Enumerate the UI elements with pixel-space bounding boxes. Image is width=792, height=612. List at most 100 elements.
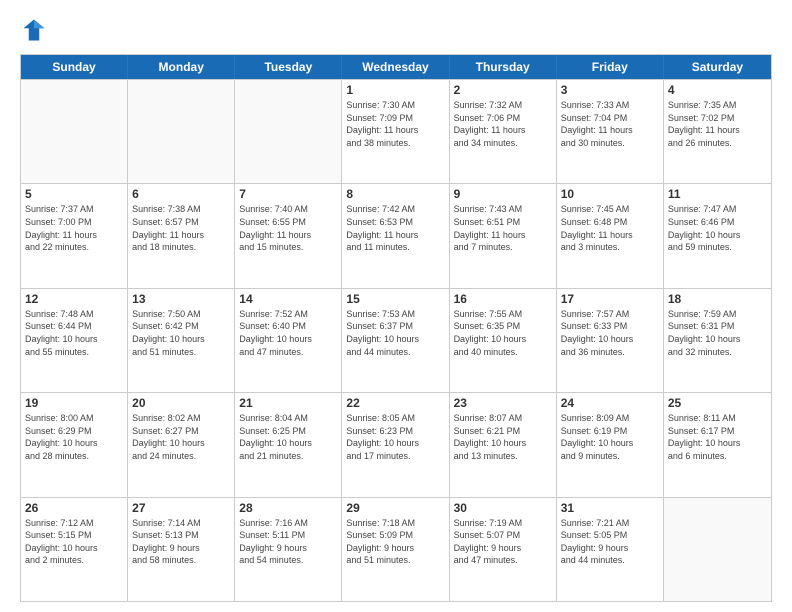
weekday-header-sunday: Sunday [21,55,128,79]
day-info: Sunrise: 7:30 AM Sunset: 7:09 PM Dayligh… [346,99,444,149]
weekday-header-monday: Monday [128,55,235,79]
day-number: 29 [346,501,444,515]
day-cell-16: 16Sunrise: 7:55 AM Sunset: 6:35 PM Dayli… [450,289,557,392]
weekday-header-thursday: Thursday [450,55,557,79]
day-cell-28: 28 Sunrise: 7:16 AM Sunset: 5:11 PM Dayli… [235,498,342,601]
day-number: 12 [25,292,123,306]
day-number: 9 [454,187,552,201]
day-cell-8: 8 Sunrise: 7:42 AM Sunset: 6:53 PM Daylig… [342,184,449,287]
day-number: 14 [239,292,337,306]
day-info: Sunrise: 7:21 AM Sunset: 5:05 PM Dayligh… [561,517,659,567]
day-info: Sunrise: 7:45 AM Sunset: 6:48 PM Dayligh… [561,203,659,253]
logo [20,16,52,44]
day-number: 27 [132,501,230,515]
day-cell-1: 1 Sunrise: 7:30 AM Sunset: 7:09 PM Daylig… [342,80,449,183]
day-number: 11 [668,187,767,201]
day-info: Sunrise: 7:42 AM Sunset: 6:53 PM Dayligh… [346,203,444,253]
day-info: Sunrise: 7:53 AM Sunset: 6:37 PM Dayligh… [346,308,444,358]
day-cell-22: 22 Sunrise: 8:05 AM Sunset: 6:23 PM Dayli… [342,393,449,496]
day-info: Sunrise: 7:37 AM Sunset: 7:00 PM Dayligh… [25,203,123,253]
header [20,16,772,44]
day-info: Sunrise: 8:05 AM Sunset: 6:23 PM Dayligh… [346,412,444,462]
day-info: Sunrise: 7:47 AM Sunset: 6:46 PM Dayligh… [668,203,767,253]
day-number: 30 [454,501,552,515]
calendar-body: 1 Sunrise: 7:30 AM Sunset: 7:09 PM Daylig… [21,79,771,601]
day-info: Sunrise: 7:43 AM Sunset: 6:51 PM Dayligh… [454,203,552,253]
day-cell-31: 31 Sunrise: 7:21 AM Sunset: 5:05 PM Dayli… [557,498,664,601]
day-number: 7 [239,187,337,201]
weekday-header-tuesday: Tuesday [235,55,342,79]
day-info: Sunrise: 7:35 AM Sunset: 7:02 PM Dayligh… [668,99,767,149]
day-cell-11: 11 Sunrise: 7:47 AM Sunset: 6:46 PM Dayli… [664,184,771,287]
day-info: Sunrise: 8:00 AM Sunset: 6:29 PM Dayligh… [25,412,123,462]
day-info: Sunrise: 7:12 AM Sunset: 5:15 PM Dayligh… [25,517,123,567]
day-cell-15: 15 Sunrise: 7:53 AM Sunset: 6:37 PM Dayli… [342,289,449,392]
calendar-row-1: 1 Sunrise: 7:30 AM Sunset: 7:09 PM Daylig… [21,79,771,183]
day-cell-20: 20 Sunrise: 8:02 AM Sunset: 6:27 PM Dayli… [128,393,235,496]
day-info: Sunrise: 7:18 AM Sunset: 5:09 PM Dayligh… [346,517,444,567]
day-info: Sunrise: 7:57 AM Sunset: 6:33 PM Dayligh… [561,308,659,358]
day-cell-24: 24Sunrise: 8:09 AM Sunset: 6:19 PM Dayli… [557,393,664,496]
day-info: Sunrise: 7:16 AM Sunset: 5:11 PM Dayligh… [239,517,337,567]
day-number: 20 [132,396,230,410]
day-number: 1 [346,83,444,97]
day-cell-18: 18Sunrise: 7:59 AM Sunset: 6:31 PM Dayli… [664,289,771,392]
day-cell-30: 30 Sunrise: 7:19 AM Sunset: 5:07 PM Dayli… [450,498,557,601]
day-info: Sunrise: 7:33 AM Sunset: 7:04 PM Dayligh… [561,99,659,149]
day-info: Sunrise: 7:14 AM Sunset: 5:13 PM Dayligh… [132,517,230,567]
day-number: 2 [454,83,552,97]
day-cell-12: 12 Sunrise: 7:48 AM Sunset: 6:44 PM Dayli… [21,289,128,392]
calendar-row-2: 5 Sunrise: 7:37 AM Sunset: 7:00 PM Daylig… [21,183,771,287]
day-cell-9: 9 Sunrise: 7:43 AM Sunset: 6:51 PM Daylig… [450,184,557,287]
day-cell-empty-r0c1 [128,80,235,183]
day-number: 4 [668,83,767,97]
day-number: 10 [561,187,659,201]
day-number: 18 [668,292,767,306]
day-cell-17: 17 Sunrise: 7:57 AM Sunset: 6:33 PM Dayli… [557,289,664,392]
calendar-row-3: 12 Sunrise: 7:48 AM Sunset: 6:44 PM Dayli… [21,288,771,392]
day-number: 26 [25,501,123,515]
day-cell-2: 2Sunrise: 7:32 AM Sunset: 7:06 PM Daylig… [450,80,557,183]
day-info: Sunrise: 8:02 AM Sunset: 6:27 PM Dayligh… [132,412,230,462]
day-cell-27: 27 Sunrise: 7:14 AM Sunset: 5:13 PM Dayli… [128,498,235,601]
day-number: 13 [132,292,230,306]
day-number: 8 [346,187,444,201]
day-cell-10: 10 Sunrise: 7:45 AM Sunset: 6:48 PM Dayli… [557,184,664,287]
day-cell-19: 19Sunrise: 8:00 AM Sunset: 6:29 PM Dayli… [21,393,128,496]
day-number: 5 [25,187,123,201]
weekday-header-saturday: Saturday [664,55,771,79]
day-cell-26: 26 Sunrise: 7:12 AM Sunset: 5:15 PM Dayli… [21,498,128,601]
calendar: SundayMondayTuesdayWednesdayThursdayFrid… [20,54,772,602]
weekday-header-friday: Friday [557,55,664,79]
day-cell-29: 29 Sunrise: 7:18 AM Sunset: 5:09 PM Dayli… [342,498,449,601]
day-info: Sunrise: 7:50 AM Sunset: 6:42 PM Dayligh… [132,308,230,358]
calendar-row-5: 26 Sunrise: 7:12 AM Sunset: 5:15 PM Dayli… [21,497,771,601]
day-number: 31 [561,501,659,515]
day-info: Sunrise: 7:48 AM Sunset: 6:44 PM Dayligh… [25,308,123,358]
day-cell-empty-r4c6 [664,498,771,601]
day-cell-3: 3Sunrise: 7:33 AM Sunset: 7:04 PM Daylig… [557,80,664,183]
day-info: Sunrise: 7:40 AM Sunset: 6:55 PM Dayligh… [239,203,337,253]
day-number: 22 [346,396,444,410]
day-cell-5: 5 Sunrise: 7:37 AM Sunset: 7:00 PM Daylig… [21,184,128,287]
day-number: 25 [668,396,767,410]
day-cell-empty-r0c0 [21,80,128,183]
day-cell-6: 6Sunrise: 7:38 AM Sunset: 6:57 PM Daylig… [128,184,235,287]
day-info: Sunrise: 7:19 AM Sunset: 5:07 PM Dayligh… [454,517,552,567]
day-cell-21: 21Sunrise: 8:04 AM Sunset: 6:25 PM Dayli… [235,393,342,496]
day-cell-4: 4 Sunrise: 7:35 AM Sunset: 7:02 PM Daylig… [664,80,771,183]
day-number: 28 [239,501,337,515]
calendar-row-4: 19Sunrise: 8:00 AM Sunset: 6:29 PM Dayli… [21,392,771,496]
calendar-header: SundayMondayTuesdayWednesdayThursdayFrid… [21,55,771,79]
day-cell-7: 7 Sunrise: 7:40 AM Sunset: 6:55 PM Daylig… [235,184,342,287]
day-cell-23: 23Sunrise: 8:07 AM Sunset: 6:21 PM Dayli… [450,393,557,496]
day-number: 6 [132,187,230,201]
day-info: Sunrise: 8:11 AM Sunset: 6:17 PM Dayligh… [668,412,767,462]
day-cell-13: 13 Sunrise: 7:50 AM Sunset: 6:42 PM Dayli… [128,289,235,392]
day-number: 15 [346,292,444,306]
day-number: 17 [561,292,659,306]
weekday-header-wednesday: Wednesday [342,55,449,79]
logo-icon [20,16,48,44]
day-number: 23 [454,396,552,410]
page: SundayMondayTuesdayWednesdayThursdayFrid… [0,0,792,612]
